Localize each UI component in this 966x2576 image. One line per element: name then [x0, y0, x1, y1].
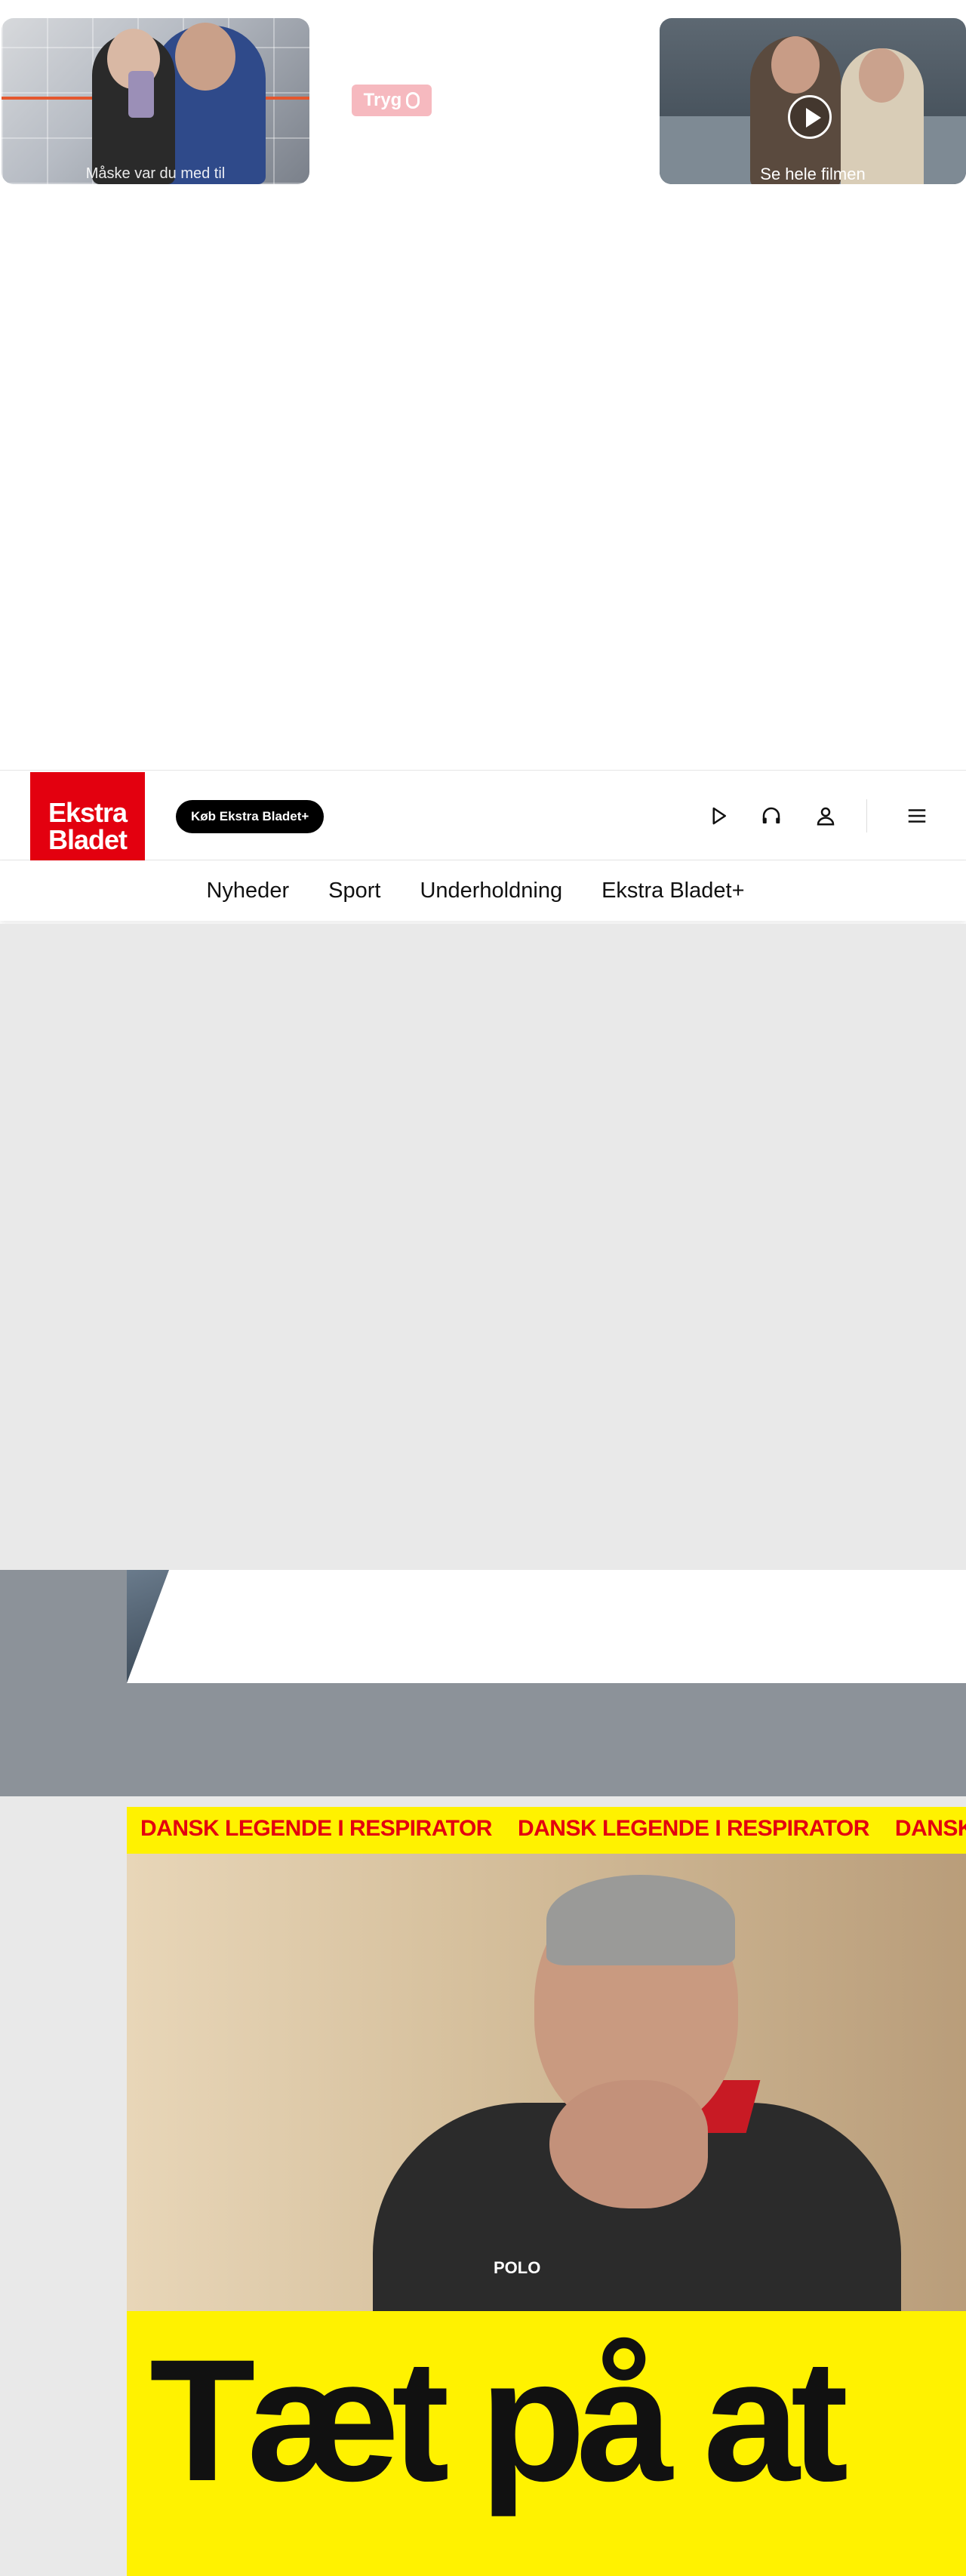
ad-image-couple[interactable]: Måske var du med til: [2, 18, 309, 184]
logo-line-2: Bladet: [48, 824, 128, 855]
nav-item-underholdning[interactable]: Underholdning: [420, 879, 562, 903]
ticker-item: DANSK LEGENDE I RESPIRATOR: [140, 1816, 492, 1841]
header-divider: [866, 799, 867, 833]
ticker-track: OR DANSK LEGENDE I RESPIRATOR DANSK LEGE…: [127, 1816, 966, 1842]
ad-person-woman-2: [841, 48, 924, 184]
article-teaser[interactable]: OR DANSK LEGENDE I RESPIRATOR DANSK LEGE…: [127, 1807, 966, 2576]
ad-video-thumbnail[interactable]: Se hele filmen: [660, 18, 966, 184]
user-icon[interactable]: [811, 801, 841, 831]
site-header: Ekstra Bladet Køb Ekstra Bladet+: [0, 770, 966, 873]
ticker-item: DANSK LEGENDE I RESPIRATOR: [894, 1816, 966, 1841]
nav-item-ekstra-bladet-plus[interactable]: Ekstra Bladet+: [601, 879, 744, 903]
white-panel: [127, 1570, 966, 1683]
menu-icon[interactable]: [902, 801, 932, 831]
top-advertisement: Måske var du med til Tryg Se hele filmen: [0, 0, 966, 770]
headline-box[interactable]: Tæt på at: [127, 2311, 966, 2576]
ekstra-bladet-logo[interactable]: Ekstra Bladet: [30, 772, 145, 873]
ticker-item: DANSK LEGENDE I RESPIRATOR: [517, 1816, 869, 1841]
page: Måske var du med til Tryg Se hele filmen…: [0, 0, 966, 2576]
ad-phone: [128, 71, 154, 118]
article-photo[interactable]: POLO: [127, 1854, 966, 2311]
ticker-banner: OR DANSK LEGENDE I RESPIRATOR DANSK LEGE…: [127, 1807, 966, 1854]
main-nav: Nyheder Sport Underholdning Ekstra Blade…: [0, 860, 966, 921]
photo-hair: [546, 1875, 735, 1965]
video-play-icon[interactable]: [788, 95, 832, 139]
photo-hand: [549, 2080, 708, 2208]
article-headline[interactable]: Tæt på at: [149, 2334, 848, 2507]
buy-subscription-button[interactable]: Køb Ekstra Bladet+: [176, 800, 325, 833]
logo-line-1: Ekstra: [48, 797, 128, 828]
ad-right-caption: Se hele filmen: [760, 165, 866, 183]
nav-item-sport[interactable]: Sport: [328, 879, 380, 903]
shirt-logo: POLO: [494, 2258, 541, 2277]
tryg-mark-icon: [406, 92, 420, 109]
ad-brand-name: Tryg: [363, 90, 402, 110]
ad-brand-logo[interactable]: Tryg: [352, 85, 432, 116]
play-icon[interactable]: [703, 801, 734, 831]
nav-item-nyheder[interactable]: Nyheder: [206, 879, 289, 903]
headphones-icon[interactable]: [756, 801, 786, 831]
ad-left-caption: Måske var du med til: [85, 165, 226, 182]
